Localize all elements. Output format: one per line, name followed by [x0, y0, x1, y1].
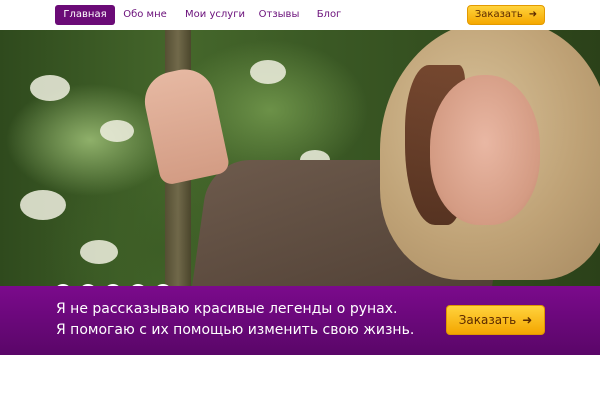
nav-item-services[interactable]: Мои услуги [180, 5, 250, 25]
order-button-label: Заказать [458, 313, 517, 327]
arrow-right-icon: ➜ [528, 9, 538, 20]
cta-banner: Я не рассказываю красивые легенды о руна… [0, 286, 600, 355]
flower-cluster [250, 60, 286, 84]
hero-slider [0, 30, 600, 286]
tagline-line-1: Я не рассказываю красивые легенды о руна… [56, 301, 398, 317]
nav-item-reviews[interactable]: Отзывы [256, 5, 302, 25]
flower-cluster [80, 240, 118, 264]
banner-tagline: Я не рассказываю красивые легенды о руна… [56, 299, 446, 341]
tagline-line-2: Я помогаю с их помощью изменить свою жиз… [56, 322, 415, 338]
flower-cluster [30, 75, 70, 101]
order-button-banner[interactable]: Заказать ➜ [446, 305, 545, 335]
flower-cluster [100, 120, 134, 142]
nav-item-home[interactable]: Главная [55, 5, 115, 25]
flower-cluster [20, 190, 66, 220]
arrow-right-icon: ➜ [522, 313, 533, 327]
order-button-label: Заказать [474, 9, 523, 20]
figure-hand [139, 63, 231, 187]
figure-face [430, 75, 540, 225]
order-button-top[interactable]: Заказать ➜ [467, 5, 545, 25]
nav-item-blog[interactable]: Блог [312, 5, 346, 25]
top-nav: Главная Обо мне Мои услуги Отзывы Блог З… [0, 0, 600, 30]
nav-item-about[interactable]: Обо мне [120, 5, 170, 25]
